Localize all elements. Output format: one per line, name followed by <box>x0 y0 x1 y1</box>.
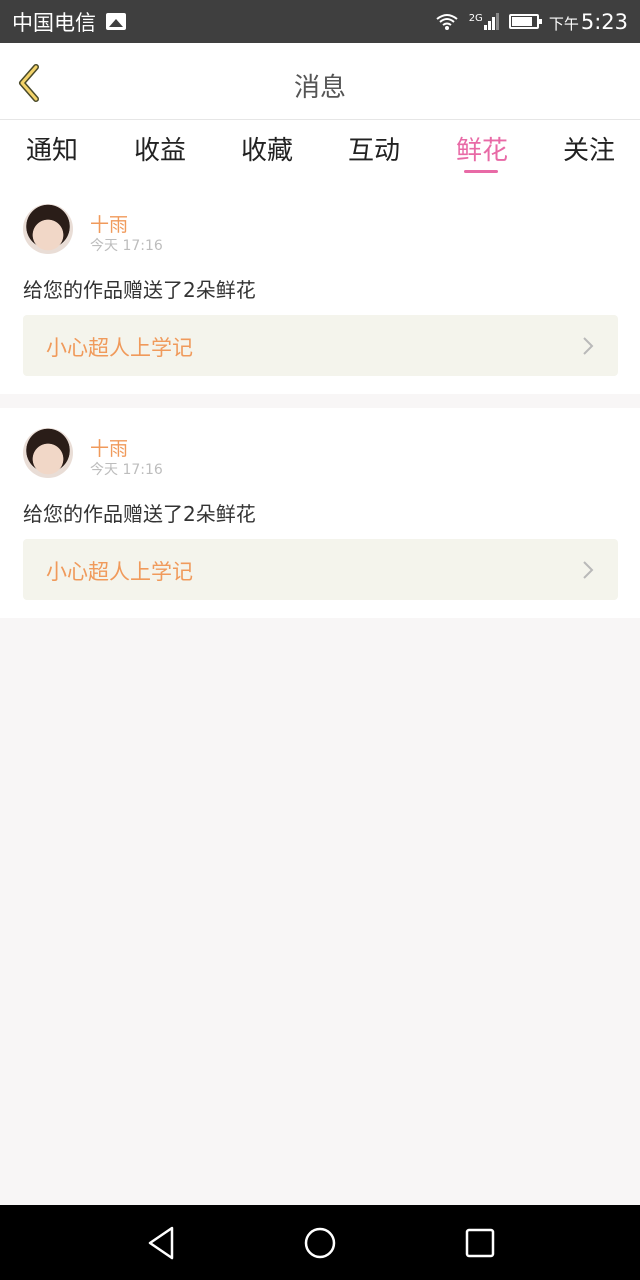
image-notification-icon <box>106 13 126 30</box>
message-card: 十雨 今天 17:16 给您的作品赠送了2朵鲜花 小心超人上学记 <box>0 408 640 618</box>
network-type: 2G <box>468 13 483 24</box>
system-nav-bar <box>0 1205 640 1280</box>
time-value: 5:23 <box>580 9 628 34</box>
work-title: 小心超人上学记 <box>46 560 193 584</box>
recents-square-icon[interactable] <box>464 1225 496 1261</box>
tab-favorites[interactable]: 收藏 <box>241 130 293 167</box>
tab-follows[interactable]: 关注 <box>563 130 615 167</box>
carrier-name: 中国电信 <box>12 10 96 35</box>
avatar[interactable] <box>23 204 73 254</box>
time-prefix: 下午 <box>548 14 579 33</box>
sender-name[interactable]: 十雨 <box>90 210 128 237</box>
sender-name[interactable]: 十雨 <box>90 434 128 461</box>
clock: 下午5:23 <box>549 10 628 34</box>
avatar[interactable] <box>23 428 73 478</box>
battery-icon <box>508 14 542 29</box>
status-bar: 中国电信 2G 下午5:23 <box>0 0 640 43</box>
chevron-right-icon <box>583 337 594 355</box>
message-text: 给您的作品赠送了2朵鲜花 <box>23 502 256 526</box>
signal-icon: 2G <box>469 13 499 30</box>
status-right: 2G 下午5:23 <box>435 10 628 34</box>
message-card: 十雨 今天 17:16 给您的作品赠送了2朵鲜花 小心超人上学记 <box>0 184 640 394</box>
tab-interactions[interactable]: 互动 <box>348 130 400 167</box>
tab-notifications[interactable]: 通知 <box>26 130 78 167</box>
tab-earnings[interactable]: 收益 <box>134 130 186 167</box>
work-link[interactable]: 小心超人上学记 <box>23 539 618 600</box>
chevron-right-icon <box>583 561 594 579</box>
message-time: 今天 17:16 <box>90 462 163 478</box>
tab-flowers[interactable]: 鲜花 <box>456 130 508 167</box>
message-time: 今天 17:16 <box>90 238 163 254</box>
app-header: 消息 <box>0 43 640 120</box>
home-circle-icon[interactable] <box>303 1225 337 1261</box>
tab-bar: 通知 收益 收藏 互动 鲜花 关注 <box>0 120 640 184</box>
back-triangle-icon[interactable] <box>145 1225 177 1261</box>
message-text: 给您的作品赠送了2朵鲜花 <box>23 278 256 302</box>
wifi-icon <box>436 13 458 30</box>
page-title: 消息 <box>293 73 346 103</box>
work-link[interactable]: 小心超人上学记 <box>23 315 618 376</box>
work-title: 小心超人上学记 <box>46 336 193 360</box>
active-tab-indicator <box>464 170 498 173</box>
